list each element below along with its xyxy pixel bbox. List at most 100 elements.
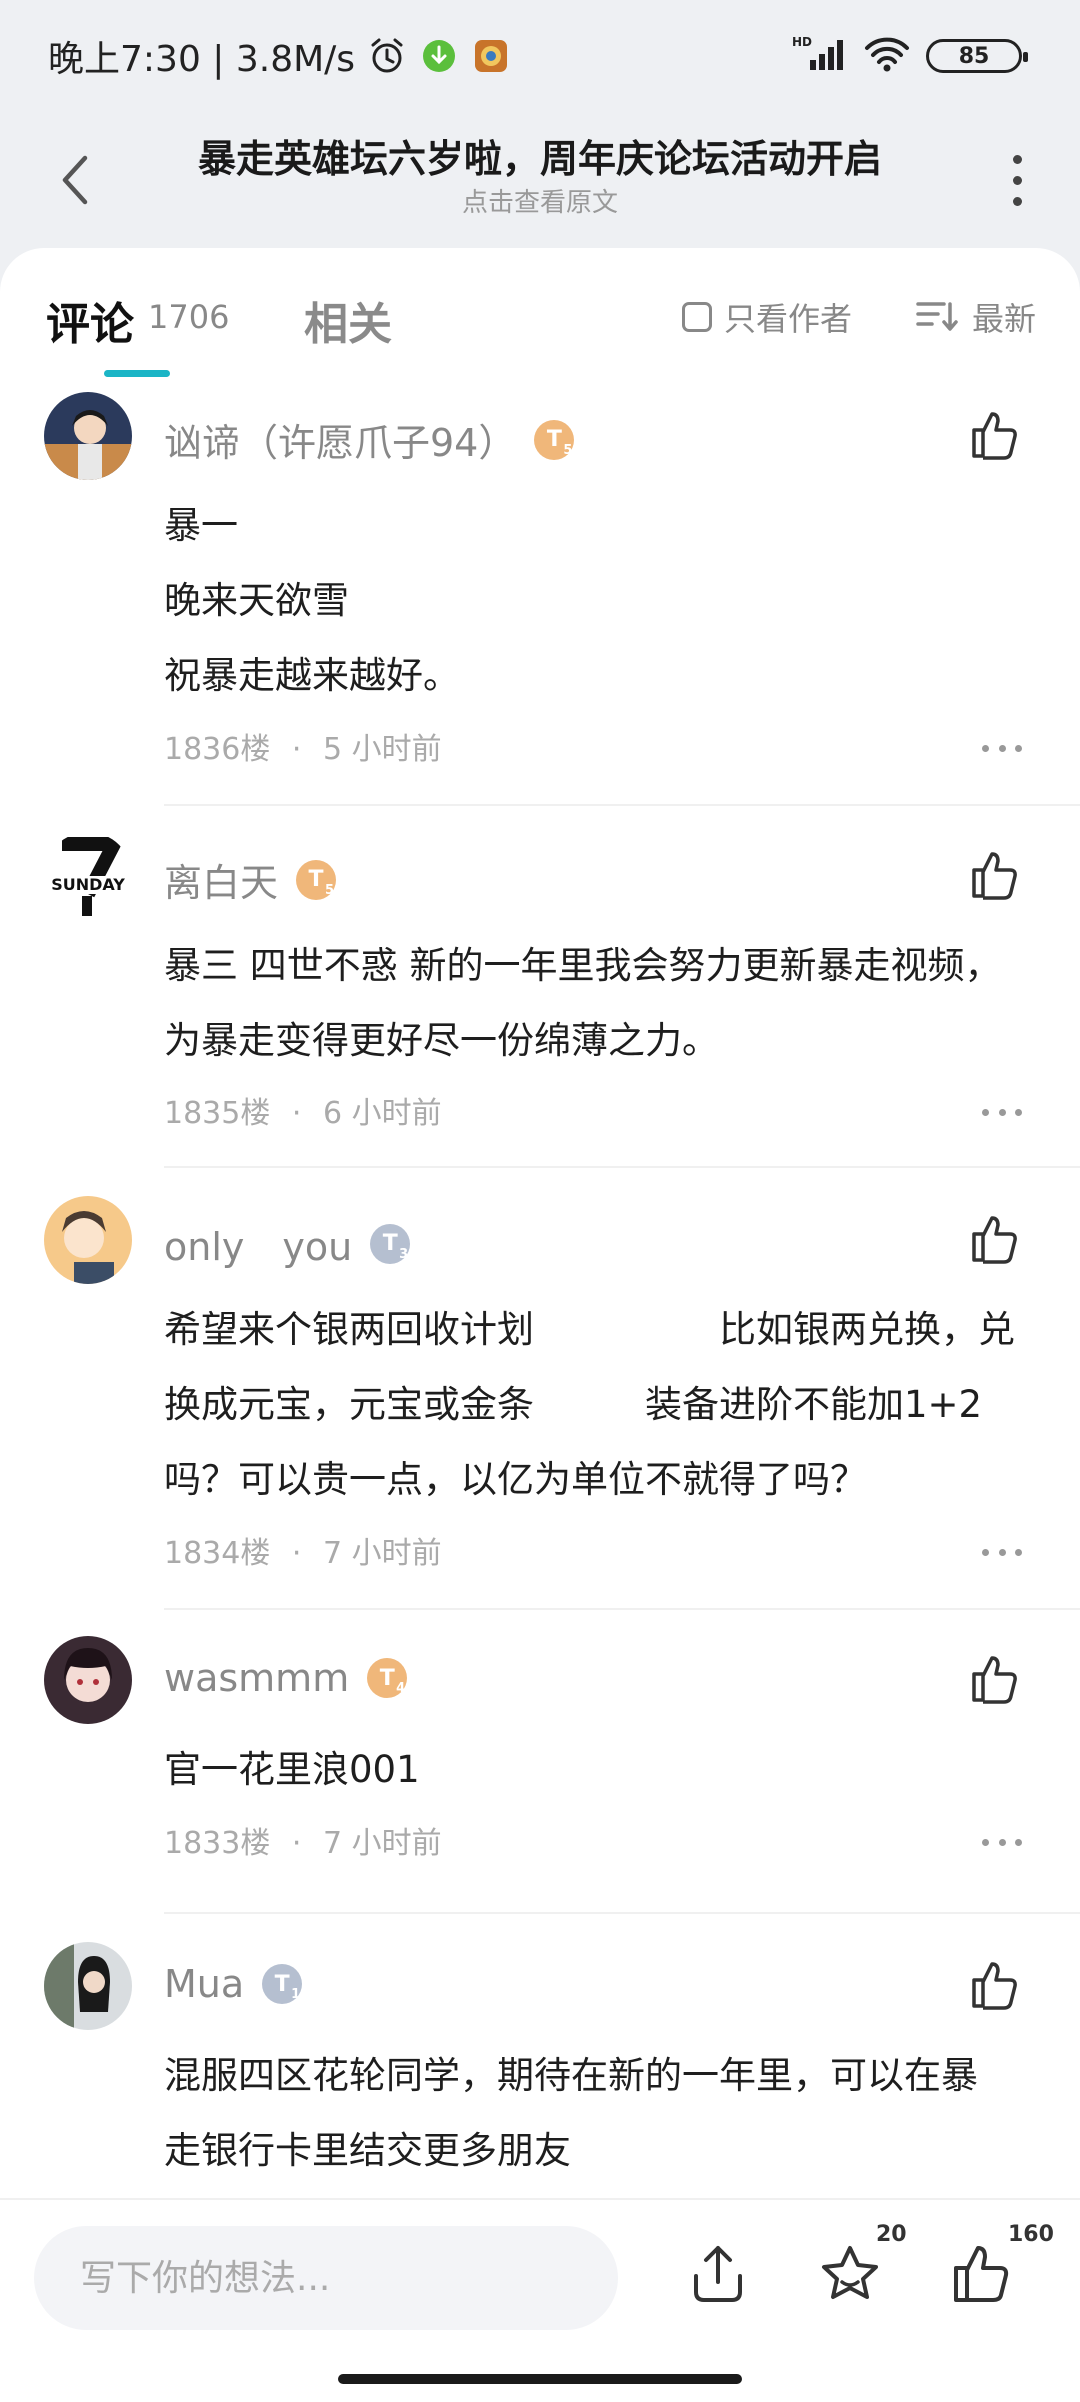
- floor-number: 1836楼: [164, 732, 271, 767]
- comment-input-box[interactable]: [34, 2226, 618, 2330]
- favorite-count: 20: [876, 2222, 907, 2247]
- comment-more-button[interactable]: [982, 1832, 1022, 1852]
- level-badge-icon: T5: [296, 859, 337, 900]
- sort-label: 最新: [972, 300, 1037, 338]
- like-icon[interactable]: [966, 1956, 1022, 2012]
- avatar[interactable]: [44, 1942, 132, 2030]
- favorite-star-icon[interactable]: [816, 2240, 884, 2308]
- level-badge-icon: T5: [534, 419, 575, 460]
- post-time: 7 小时前: [323, 1826, 442, 1861]
- comments-card: 评论 1706 相关 只看作者 最新 讻谛（许愿爪子94） T5 暴一 晚来天欲…: [0, 248, 1080, 2198]
- network-label: HD: [792, 35, 812, 49]
- comment-content: 官一花里浪001: [164, 1748, 420, 1791]
- comment-item: only you T3 希望来个银两回收计划 比如银两兑换，兑 换成元宝，元宝或…: [0, 1196, 1080, 1596]
- author-name[interactable]: 离白天: [164, 852, 278, 907]
- author-name[interactable]: wasmmm: [164, 1656, 349, 1700]
- comment-item: SUNDAY 离白天 T5 暴三 四世不惑 新的一年里我会努力更新暴走视频， 为…: [0, 832, 1080, 1152]
- tab-bar: 评论 1706 相关 只看作者 最新: [0, 248, 1080, 378]
- battery-icon: 85: [926, 39, 1028, 73]
- app-icon: [471, 36, 511, 76]
- floor-number: 1834楼: [164, 1536, 271, 1571]
- comment-meta: 1836楼 · 5 小时前: [164, 724, 442, 768]
- status-bar: 晚上7:30 | 3.8M/s HD 85: [0, 0, 1080, 110]
- only-author-toggle[interactable]: 只看作者: [682, 294, 852, 340]
- like-icon[interactable]: [966, 406, 1022, 462]
- comment-author[interactable]: 离白天 T5: [164, 852, 337, 907]
- meta-separator: ·: [291, 1536, 302, 1571]
- level-badge-icon: T1: [262, 1964, 303, 2004]
- article-header: 暴走英雄坛六岁啦，周年庆论坛活动开启 点击查看原文: [0, 110, 1080, 250]
- comment-item: wasmmm T4 官一花里浪001 1833楼 · 7 小时前: [0, 1636, 1080, 1896]
- author-name[interactable]: 讻谛（许愿爪子94）: [164, 412, 516, 467]
- signal-icon: HD: [792, 34, 848, 78]
- comment-content: 暴一 晚来天欲雪 祝暴走越来越好。: [164, 504, 460, 697]
- floor-number: 1835楼: [164, 1096, 271, 1131]
- only-author-label: 只看作者: [724, 300, 853, 338]
- divider: [164, 1608, 1080, 1610]
- post-time: 7 小时前: [323, 1536, 442, 1571]
- status-time-speed: 晚上7:30 | 3.8M/s: [48, 39, 356, 80]
- bottom-action-bar: 20 160: [0, 2198, 1080, 2402]
- avatar[interactable]: [44, 1196, 132, 1284]
- divider: [164, 1166, 1080, 1168]
- comment-more-button[interactable]: [982, 1542, 1022, 1562]
- post-time: 5 小时前: [323, 732, 442, 767]
- comments-count: 1706: [148, 298, 230, 336]
- like-icon[interactable]: [966, 1650, 1022, 1706]
- comment-item: Mua T1 混服四区花轮同学，期待在新的一年里，可以在暴 走银行卡里结交更多朋…: [0, 1942, 1080, 2198]
- more-dot-icon: [1012, 154, 1022, 164]
- avatar[interactable]: [44, 392, 132, 480]
- checkbox-icon[interactable]: [682, 302, 712, 332]
- comment-author[interactable]: Mua T1: [164, 1962, 303, 2006]
- level-badge-icon: T3: [370, 1223, 411, 1264]
- meta-separator: ·: [291, 1826, 302, 1861]
- comment-more-button[interactable]: [982, 738, 1022, 758]
- wifi-icon: [864, 34, 910, 78]
- floor-number: 1833楼: [164, 1826, 271, 1861]
- alarm-icon: [367, 36, 407, 76]
- tab-related[interactable]: 相关: [304, 288, 392, 352]
- battery-level: 85: [958, 43, 990, 69]
- like-icon[interactable]: [966, 846, 1022, 902]
- divider: [164, 1912, 1080, 1914]
- post-time: 6 小时前: [323, 1096, 442, 1131]
- avatar-text: SUNDAY: [51, 875, 125, 894]
- more-dot-icon: [1012, 175, 1022, 185]
- status-right: HD 85: [792, 34, 1028, 78]
- view-original-link[interactable]: 点击查看原文: [0, 182, 1080, 219]
- comment-item: 讻谛（许愿爪子94） T5 暴一 晚来天欲雪 祝暴走越来越好。 1836楼 · …: [0, 392, 1080, 767]
- tab-comments[interactable]: 评论: [46, 288, 134, 352]
- comment-meta: 1835楼 · 6 小时前: [164, 1088, 442, 1132]
- comment-meta: 1833楼 · 7 小时前: [164, 1818, 442, 1862]
- status-left: 晚上7:30 | 3.8M/s: [48, 30, 511, 82]
- comment-content: 暴三 四世不惑 新的一年里我会努力更新暴走视频， 为暴走变得更好尽一份绵薄之力。: [164, 944, 1002, 1062]
- page-title[interactable]: 暴走英雄坛六岁啦，周年庆论坛活动开启: [0, 128, 1080, 183]
- comment-author[interactable]: 讻谛（许愿爪子94） T5: [164, 412, 575, 467]
- comment-content: 混服四区花轮同学，期待在新的一年里，可以在暴 走银行卡里结交更多朋友: [164, 2054, 978, 2172]
- author-name[interactable]: Mua: [164, 1962, 244, 2006]
- comment-meta: 1834楼 · 7 小时前: [164, 1528, 442, 1572]
- avatar[interactable]: SUNDAY: [44, 832, 132, 920]
- more-options-button[interactable]: [992, 148, 1042, 212]
- comment-more-button[interactable]: [982, 1102, 1022, 1122]
- meta-separator: ·: [291, 732, 302, 767]
- author-name[interactable]: only you: [164, 1216, 352, 1271]
- comment-input[interactable]: [34, 2226, 618, 2330]
- level-badge-icon: T4: [367, 1658, 408, 1698]
- sort-icon: [916, 302, 958, 331]
- home-indicator[interactable]: [338, 2374, 742, 2384]
- like-icon[interactable]: [966, 1210, 1022, 1266]
- active-tab-indicator: [104, 370, 170, 377]
- like-icon[interactable]: [948, 2240, 1016, 2308]
- comment-author[interactable]: wasmmm T4: [164, 1656, 408, 1700]
- more-dot-icon: [1012, 196, 1022, 206]
- meta-separator: ·: [291, 1096, 302, 1131]
- comment-content: 希望来个银两回收计划 比如银两兑换，兑 换成元宝，元宝或金条 装备进阶不能加1+…: [164, 1308, 1015, 1501]
- share-icon[interactable]: [684, 2240, 752, 2308]
- divider: [164, 804, 1080, 806]
- download-icon: [419, 36, 459, 76]
- comment-author[interactable]: only you T3: [164, 1216, 411, 1271]
- avatar[interactable]: [44, 1636, 132, 1724]
- like-count: 160: [1008, 2222, 1054, 2247]
- sort-button[interactable]: 最新: [916, 294, 1036, 340]
